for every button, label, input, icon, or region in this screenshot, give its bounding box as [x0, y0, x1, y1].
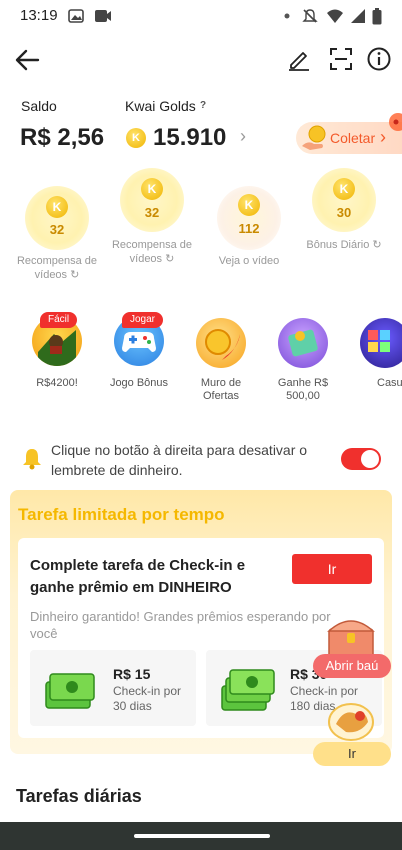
saldo-value[interactable]: R$ 2,56 — [20, 124, 104, 152]
game-label: Muro de Ofertas — [200, 377, 242, 402]
golds-label: Kwai Golds — [125, 98, 196, 114]
golds-help-icon[interactable]: ? — [200, 100, 206, 111]
status-bar: 13:19 — [0, 0, 402, 32]
floating-go-button[interactable]: Ir — [313, 742, 391, 766]
golds-chevron-icon[interactable]: › — [240, 126, 246, 147]
header — [0, 40, 402, 80]
golds-value[interactable]: 15.910 — [153, 124, 226, 152]
reward-amount: 30 — [336, 205, 352, 220]
reward-amount: 112 — [238, 221, 260, 236]
game-thumbnail-icon — [360, 318, 402, 368]
refresh-icon: ↻ — [165, 253, 175, 265]
game-item[interactable]: Ganhe R$ 500,00 — [266, 304, 340, 404]
reward-item[interactable]: K 112 Veja o vídeo — [217, 186, 281, 272]
gold-coin-icon: K — [141, 178, 163, 200]
gold-coin-icon: K — [238, 194, 260, 216]
reward-item[interactable]: K 32 Recompensa de vídeos ↻ — [112, 168, 192, 265]
game-label: Jogo Bônus — [109, 377, 169, 389]
game-thumbnail-icon — [196, 318, 246, 368]
gold-coin-icon: K — [333, 178, 355, 200]
mute-icon — [302, 9, 318, 23]
refresh-icon: ↻ — [70, 269, 80, 281]
gold-coin-icon: K — [126, 128, 146, 148]
saldo-label: Saldo — [21, 98, 57, 114]
game-label: Casu — [377, 377, 402, 389]
reward-amount: 32 — [144, 205, 160, 220]
status-time: 13:19 — [20, 7, 58, 24]
open-chest-button[interactable]: Abrir baú — [313, 654, 391, 678]
prize-duration: Check-in por 30 dias — [113, 684, 182, 713]
game-item[interactable]: Casu — [348, 304, 402, 404]
info-button[interactable] — [366, 46, 392, 72]
prize-amount: R$ 15 — [113, 666, 151, 682]
reminder-toggle[interactable] — [341, 448, 381, 470]
toggle-knob — [361, 450, 379, 468]
game-label: Ganhe R$ 500,00 — [277, 377, 329, 402]
prize-card[interactable]: R$ 15 Check-in por 30 dias — [30, 650, 196, 726]
game-item[interactable]: Fácil R$4200! — [20, 304, 94, 404]
cash-stack-icon — [221, 669, 275, 711]
reward-item[interactable]: K 32 Recompensa de vídeos ↻ — [17, 186, 97, 282]
scan-button[interactable] — [328, 46, 354, 72]
checkin-go-button[interactable]: Ir — [292, 554, 372, 584]
game-item[interactable]: Muro de Ofertas — [184, 304, 258, 404]
checkin-task-title: Complete tarefa de Check-in e ganhe prêm… — [30, 557, 246, 596]
game-thumbnail-icon — [278, 318, 328, 368]
back-button[interactable] — [14, 46, 42, 74]
collect-label: Coletar — [330, 130, 376, 146]
game-tag: Fácil — [40, 312, 78, 328]
battery-icon — [372, 8, 382, 25]
cash-stack-icon — [45, 673, 95, 709]
notification-dot-icon — [389, 113, 402, 131]
checkin-task-subtitle: Dinheiro garantido! Grandes prêmios espe… — [30, 609, 331, 641]
daily-tasks-title: Tarefas diárias — [16, 786, 142, 806]
game-tag: Jogar — [122, 312, 164, 328]
video-notification-icon — [95, 10, 111, 22]
food-bowl-icon[interactable] — [326, 696, 376, 742]
limited-task-title: Tarefa limitada por tempo — [18, 505, 225, 524]
bell-icon — [23, 449, 41, 470]
home-gesture-handle[interactable] — [134, 834, 270, 838]
refresh-icon: ↻ — [372, 239, 382, 251]
reward-item[interactable]: K 30 Bônus Diário ↻ — [306, 168, 382, 254]
game-item[interactable]: Jogar Jogo Bônus — [102, 304, 176, 404]
photo-notification-icon — [68, 9, 84, 23]
reward-label: Bônus Diário ↻ — [306, 239, 382, 251]
dot-icon — [284, 13, 290, 19]
signal-icon — [351, 9, 365, 23]
gold-coin-icon: K — [46, 196, 68, 218]
wifi-icon — [327, 9, 343, 23]
coin-hand-icon — [302, 125, 326, 150]
reward-amount: 32 — [49, 222, 65, 237]
reward-label: Veja o vídeo — [218, 255, 280, 267]
games-row: Fácil R$4200! Jogar Jogo Bônus Muro de Of… — [12, 304, 402, 416]
game-label: R$4200! — [36, 377, 78, 389]
reminder-text: Clique no botão à direita para desativar… — [51, 442, 308, 478]
edit-button[interactable] — [286, 46, 312, 72]
system-nav-bar — [0, 822, 402, 850]
reward-label: Recompensa de vídeos ↻ — [111, 239, 193, 265]
reward-label: Recompensa de vídeos ↻ — [16, 255, 98, 281]
